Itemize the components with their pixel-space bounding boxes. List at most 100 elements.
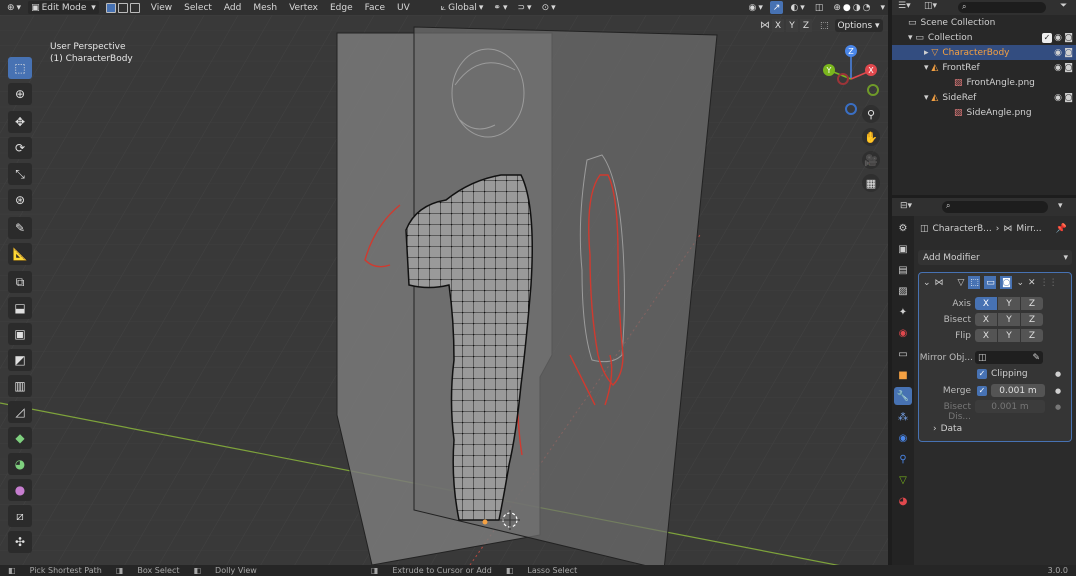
- expand-icon[interactable]: ▾: [924, 93, 929, 103]
- bisect-distance-field[interactable]: 0.001 m: [975, 400, 1045, 413]
- cursor-tool[interactable]: ⊕: [8, 83, 32, 105]
- edge-slide-tool[interactable]: ⧄: [8, 505, 32, 527]
- menu-edge[interactable]: Edge: [326, 3, 357, 13]
- visibility-dropdown[interactable]: ◉ ▾: [746, 1, 766, 14]
- mirror-y-toggle[interactable]: Y: [786, 19, 798, 32]
- properties-editor-icon[interactable]: ⊟▾: [900, 201, 912, 211]
- annotate-tool[interactable]: ✎: [8, 217, 32, 239]
- constraints-tab-icon[interactable]: ⚲: [894, 450, 912, 468]
- collection-tab-icon[interactable]: ▭: [894, 345, 912, 363]
- merge-distance-field[interactable]: 0.001 m: [991, 384, 1045, 397]
- properties-search[interactable]: ⌕: [942, 201, 1048, 213]
- menu-uv[interactable]: UV: [393, 3, 414, 13]
- auto-merge-icon[interactable]: ⬚: [820, 21, 829, 31]
- outliner-row-characterbody[interactable]: ▸ ▽ CharacterBody ◉ ◙: [892, 45, 1076, 60]
- shading-modes[interactable]: ⊕ ● ◑ ◔: [830, 1, 873, 14]
- bisect-y-toggle[interactable]: Y: [998, 313, 1020, 326]
- clipping-checkbox[interactable]: ✓: [977, 369, 987, 379]
- camera-icon[interactable]: ◙: [1064, 48, 1073, 58]
- world-tab-icon[interactable]: ◉: [894, 324, 912, 342]
- checkbox-icon[interactable]: ✓: [1042, 32, 1052, 43]
- axis-y-toggle[interactable]: Y: [998, 297, 1020, 310]
- outliner-row-frontref[interactable]: ▾ ◭ FrontRef ◉ ◙: [892, 60, 1076, 75]
- editmode-toggle-icon[interactable]: ⬚: [968, 276, 981, 289]
- eye-icon[interactable]: ◉: [1054, 33, 1062, 43]
- eyedropper-icon[interactable]: ✎: [1032, 353, 1040, 363]
- outliner-row-sideref[interactable]: ▾ ◭ SideRef ◉ ◙: [892, 90, 1076, 105]
- solid-shading-icon[interactable]: ●: [843, 3, 851, 13]
- drag-handle-icon[interactable]: ⋮⋮: [1040, 278, 1058, 288]
- proportional-edit-toggle[interactable]: ⊙ ▾: [539, 1, 559, 14]
- flip-x-toggle[interactable]: X: [975, 329, 997, 342]
- bisect-z-toggle[interactable]: Z: [1021, 313, 1043, 326]
- select-box-tool[interactable]: ⬚: [8, 57, 32, 79]
- spin-tool[interactable]: ◕: [8, 453, 32, 475]
- select-mode-group[interactable]: [103, 1, 143, 14]
- scene-tab-icon[interactable]: ✦: [894, 303, 912, 321]
- axis-z-toggle[interactable]: Z: [1021, 297, 1043, 310]
- display-mode-icon[interactable]: ◫▾: [924, 1, 937, 11]
- outliner-editor-icon[interactable]: ☰▾: [898, 1, 911, 11]
- menu-select[interactable]: Select: [180, 3, 216, 13]
- menu-face[interactable]: Face: [361, 3, 389, 13]
- pan-hand-icon[interactable]: ✋: [862, 128, 880, 146]
- zoom-icon[interactable]: ⚲: [862, 105, 880, 123]
- knife-tool[interactable]: ◿: [8, 401, 32, 423]
- dropdown-icon[interactable]: ⌄: [1016, 278, 1024, 288]
- bisect-x-toggle[interactable]: X: [975, 313, 997, 326]
- render-toggle-icon[interactable]: ◙: [1000, 276, 1013, 289]
- add-modifier-dropdown[interactable]: Add Modifier ▾: [918, 250, 1072, 265]
- overlay-dropdown[interactable]: ◐ ▾: [787, 1, 807, 14]
- viewport-toggle-icon[interactable]: ▭: [984, 276, 997, 289]
- merge-checkbox[interactable]: ✓: [977, 386, 987, 396]
- output-tab-icon[interactable]: ▤: [894, 261, 912, 279]
- eye-icon[interactable]: ◉: [1054, 63, 1062, 73]
- axis-x-toggle[interactable]: X: [975, 297, 997, 310]
- view-layer-tab-icon[interactable]: ▨: [894, 282, 912, 300]
- snap-toggle[interactable]: ⊃ ▾: [515, 1, 535, 14]
- xray-toggle[interactable]: ◫: [812, 1, 827, 14]
- expand-icon[interactable]: ▾: [924, 63, 929, 73]
- render-tab-icon[interactable]: ▣: [894, 240, 912, 258]
- outliner-row-scene-collection[interactable]: ▭ Scene Collection: [892, 15, 1076, 30]
- wireframe-shading-icon[interactable]: ⊕: [833, 3, 841, 13]
- mirror-x-toggle[interactable]: X: [772, 19, 784, 32]
- loop-cut-tool[interactable]: ▥: [8, 375, 32, 397]
- pin-icon[interactable]: 📌: [1056, 224, 1067, 234]
- menu-view[interactable]: View: [147, 3, 176, 13]
- eye-icon[interactable]: ◉: [1054, 48, 1062, 58]
- outliner-row-sideangle[interactable]: ▨ SideAngle.png: [892, 105, 1076, 120]
- camera-icon[interactable]: ◙: [1064, 33, 1073, 43]
- inset-tool[interactable]: ▣: [8, 323, 32, 345]
- edit-cage-icon[interactable]: ▽: [958, 278, 965, 288]
- add-cube-tool[interactable]: ⧉: [8, 271, 32, 293]
- material-shading-icon[interactable]: ◑: [853, 3, 861, 13]
- expand-icon[interactable]: ▾: [908, 33, 913, 43]
- data-subpanel[interactable]: › Data: [933, 424, 962, 434]
- camera-icon[interactable]: ◙: [1064, 93, 1073, 103]
- options-dropdown[interactable]: Options ▾: [834, 19, 883, 32]
- object-tab-icon[interactable]: ■: [894, 366, 912, 384]
- eye-icon[interactable]: ◉: [1054, 93, 1062, 103]
- vertex-select-icon[interactable]: [105, 2, 116, 13]
- editor-type-button[interactable]: ⊕ ▾: [4, 1, 24, 14]
- mirror-z-toggle[interactable]: Z: [800, 19, 812, 32]
- face-select-icon[interactable]: [129, 2, 140, 13]
- scale-tool[interactable]: ⤡: [8, 163, 32, 185]
- bevel-tool[interactable]: ◩: [8, 349, 32, 371]
- poly-build-tool[interactable]: ◆: [8, 427, 32, 449]
- close-icon[interactable]: ✕: [1028, 278, 1036, 288]
- expand-icon[interactable]: ▸: [924, 48, 929, 58]
- menu-vertex[interactable]: Vertex: [285, 3, 322, 13]
- shading-dropdown[interactable]: ▾: [877, 1, 888, 14]
- outliner-row-collection[interactable]: ▾ ▭ Collection ✓ ◉ ◙: [892, 30, 1076, 45]
- keyframe-dot-icon[interactable]: ●: [1055, 370, 1061, 378]
- extrude-tool[interactable]: ⬓: [8, 297, 32, 319]
- shrink-fatten-tool[interactable]: ✣: [8, 531, 32, 553]
- particles-tab-icon[interactable]: ⁂: [894, 408, 912, 426]
- options-dropdown-icon[interactable]: ▾: [1058, 201, 1063, 211]
- modifier-tab-icon[interactable]: 🔧: [894, 387, 912, 405]
- rotate-tool[interactable]: ⟳: [8, 137, 32, 159]
- tool-tab-icon[interactable]: ⚙: [894, 219, 912, 237]
- mode-dropdown[interactable]: ▣ Edit Mode ▾: [28, 1, 99, 14]
